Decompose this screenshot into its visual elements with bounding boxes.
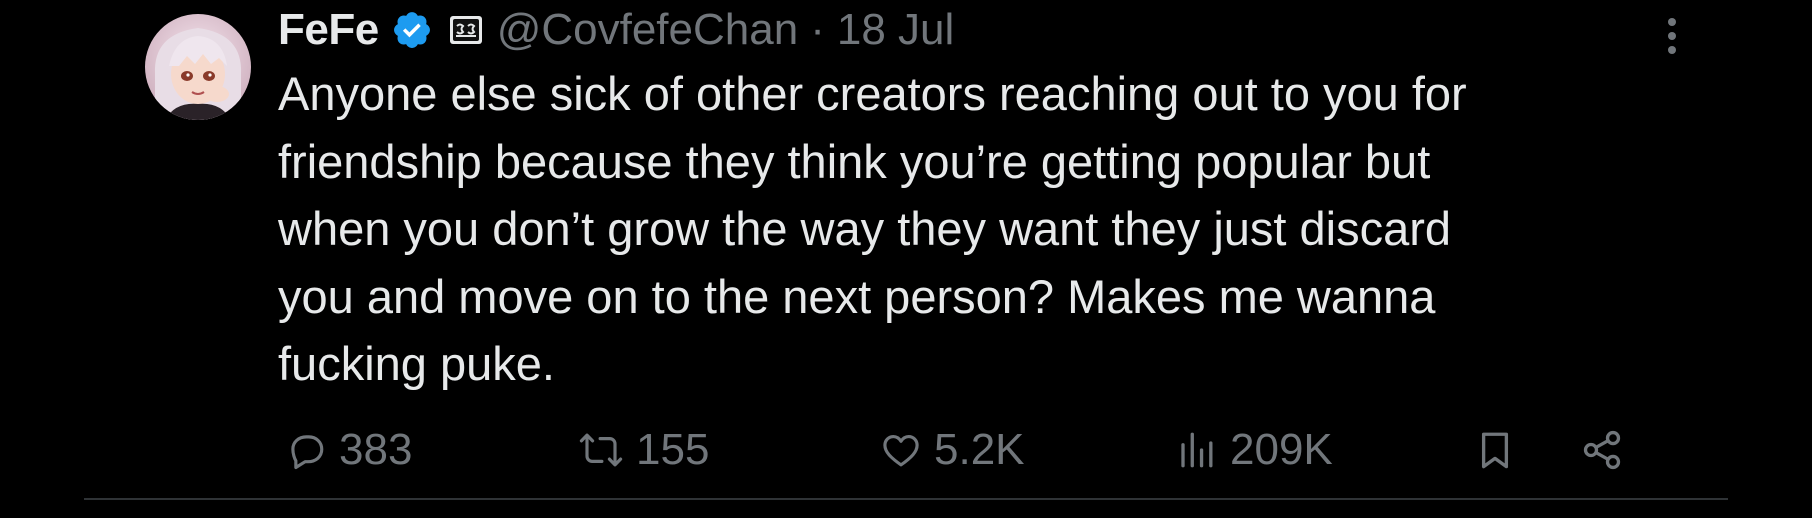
reply-button[interactable]: 383 [285, 415, 412, 485]
avatar[interactable] [145, 14, 251, 120]
repost-button[interactable]: 155 [578, 415, 709, 485]
heart-icon [883, 434, 919, 467]
display-name[interactable]: FeFe [278, 5, 379, 55]
tweet-text: Anyone else sick of other creators reach… [278, 60, 1678, 398]
affiliate-badge-icon[interactable] [449, 15, 483, 45]
more-options-icon[interactable] [1658, 16, 1686, 56]
views-count: 209K [1230, 425, 1333, 474]
tweet-text-line: fucking puke. [278, 337, 555, 390]
repost-icon [579, 433, 623, 467]
repost-count: 155 [636, 425, 710, 474]
like-button[interactable]: 5.2K [880, 415, 1025, 485]
reply-icon [291, 435, 324, 470]
tweet-text-line: you and move on to the next person? Make… [278, 269, 1436, 323]
action-bar: 383 155 5.2K 209K [0, 415, 1812, 485]
tweet-text-line: Anyone else sick of other creators reach… [278, 67, 1467, 120]
share-button[interactable] [1580, 415, 1624, 485]
tweet-text-line: friendship because they think you’re get… [278, 134, 1431, 188]
divider [84, 498, 1728, 500]
bookmark-button[interactable] [1474, 415, 1516, 485]
avatar-image [145, 14, 251, 120]
tweet[interactable]: FeFe @CovfefeChan · 18 Jul Anyone else s… [0, 0, 1812, 518]
tweet-text-line: when you don’t grow the way they want th… [278, 202, 1452, 255]
like-count: 5.2K [934, 425, 1025, 474]
analytics-icon [1181, 432, 1213, 468]
verified-badge-icon[interactable] [391, 9, 433, 51]
tweet-header: FeFe @CovfefeChan · 18 Jul [278, 0, 954, 60]
handle[interactable]: @CovfefeChan [497, 5, 799, 55]
share-icon [1583, 430, 1621, 470]
separator-dot: · [810, 5, 825, 54]
views-button[interactable]: 209K [1176, 415, 1333, 485]
reply-count: 383 [339, 425, 413, 474]
bookmark-icon [1481, 432, 1509, 469]
timestamp[interactable]: 18 Jul [837, 5, 954, 55]
